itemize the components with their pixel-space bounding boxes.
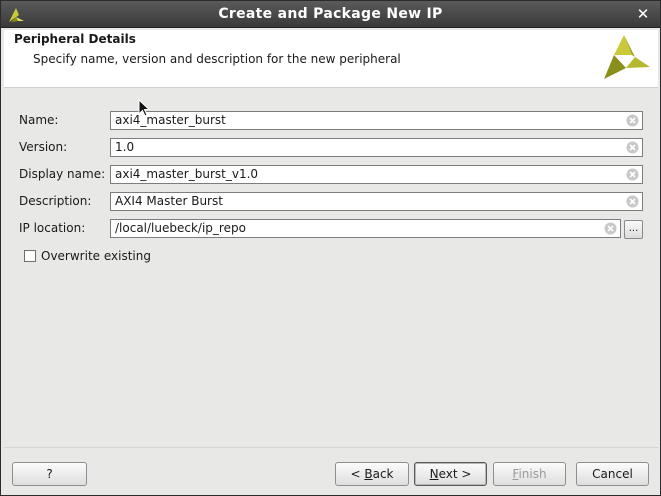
display-name-input[interactable]: axi4_master_burst_v1.0	[110, 165, 643, 184]
vivado-logo-icon	[604, 35, 650, 79]
display-name-label: Display name:	[19, 167, 106, 181]
wizard-header: Peripheral Details Specify name, version…	[4, 30, 658, 88]
description-label: Description:	[19, 194, 92, 208]
version-input[interactable]: 1.0	[110, 138, 643, 157]
next-mnemonic: N	[429, 467, 439, 481]
cancel-button[interactable]: Cancel	[576, 462, 649, 486]
wizard-footer: ? < Back Next > Finish Cancel	[4, 447, 658, 493]
help-button[interactable]: ?	[12, 462, 87, 486]
back-prefix: <	[350, 467, 365, 481]
back-mnemonic: B	[364, 467, 373, 481]
description-value: AXI4 Master Burst	[115, 194, 223, 208]
overwrite-checkbox[interactable]	[24, 250, 36, 262]
ip-location-input[interactable]: /local/luebeck/ip_repo	[110, 219, 621, 238]
title-bar[interactable]: Create and Package New IP ✕	[1, 1, 660, 28]
next-button[interactable]: Next >	[414, 462, 487, 486]
display-name-value: axi4_master_burst_v1.0	[115, 167, 259, 181]
mouse-pointer-icon	[138, 99, 150, 117]
form-area: Name: axi4_master_burst Version: 1.0 Dis…	[4, 89, 658, 441]
next-rest: ext >	[438, 467, 472, 481]
ip-location-label: IP location:	[19, 221, 86, 235]
clear-field-icon[interactable]	[626, 168, 639, 181]
header-title: Peripheral Details	[14, 32, 136, 46]
name-label: Name:	[19, 113, 59, 127]
clear-field-icon[interactable]	[626, 141, 639, 154]
overwrite-label[interactable]: Overwrite existing	[41, 249, 151, 263]
description-input[interactable]: AXI4 Master Burst	[110, 192, 643, 211]
ip-location-value: /local/luebeck/ip_repo	[115, 221, 246, 235]
browse-button[interactable]: ...	[624, 220, 643, 239]
name-value: axi4_master_burst	[115, 113, 226, 127]
version-label: Version:	[19, 140, 68, 154]
clear-field-icon[interactable]	[604, 222, 617, 235]
dialog-window: Create and Package New IP ✕ Peripheral D…	[0, 0, 661, 496]
back-rest: ack	[372, 467, 394, 481]
clear-field-icon[interactable]	[626, 195, 639, 208]
close-icon[interactable]: ✕	[635, 5, 651, 23]
name-input[interactable]: axi4_master_burst	[110, 111, 643, 130]
window-title: Create and Package New IP	[218, 6, 443, 22]
finish-rest: inish	[518, 467, 547, 481]
back-button[interactable]: < Back	[335, 462, 409, 486]
header-subtitle: Specify name, version and description fo…	[33, 52, 401, 66]
finish-button[interactable]: Finish	[493, 462, 566, 486]
clear-field-icon[interactable]	[626, 114, 639, 127]
version-value: 1.0	[115, 140, 135, 154]
